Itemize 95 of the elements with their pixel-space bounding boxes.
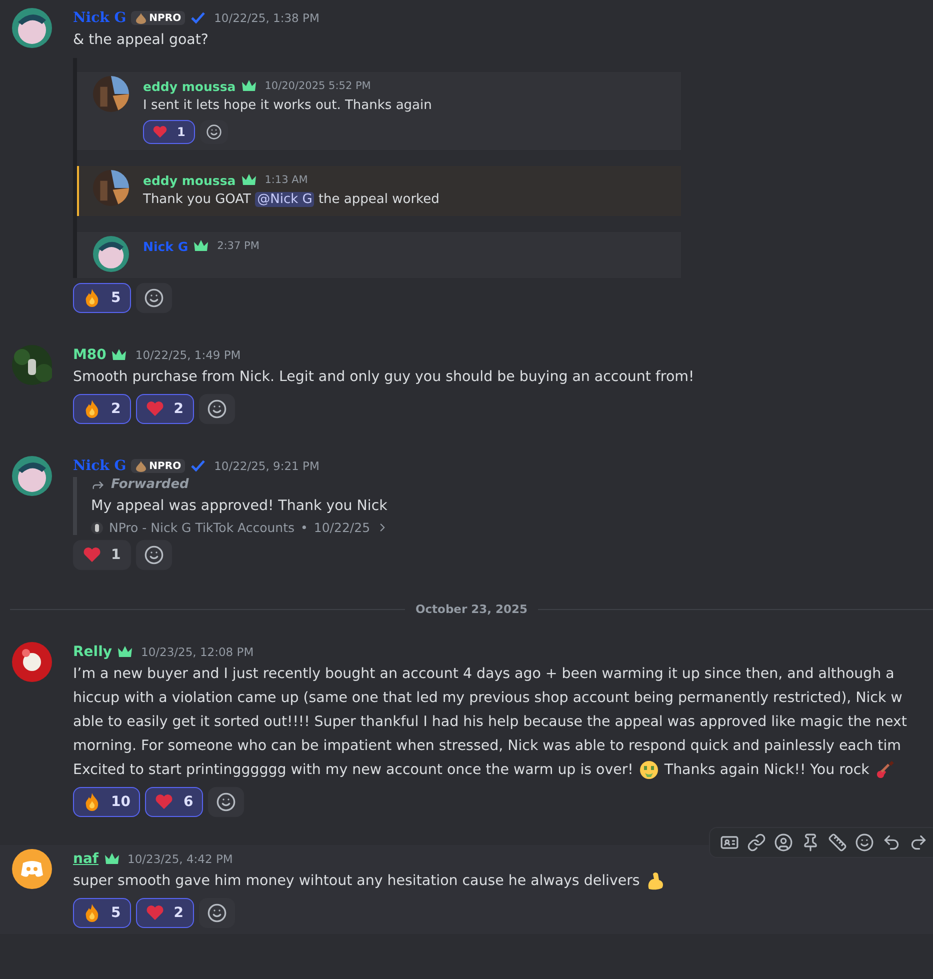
reaction-button[interactable]: 6 xyxy=(145,787,204,817)
username[interactable]: eddy moussa xyxy=(143,78,236,94)
source-date: 10/22/25 xyxy=(314,520,370,535)
timestamp: 10/23/25, 4:42 PM xyxy=(128,852,233,866)
message-text: Excited to start printingggggg with my new account once the warm up is over! xyxy=(73,761,634,780)
message-text: super smooth gave him money wihtout any hesitation cause he always delivers xyxy=(73,872,641,891)
forward-icon[interactable] xyxy=(909,833,928,852)
reaction-button[interactable]: 5 xyxy=(73,898,131,928)
message-text: I’m a new buyer and I just recently bought an account 4 days ago + been warming it up since then, and although a xyxy=(73,665,894,684)
onion-icon xyxy=(135,460,148,472)
reaction-count: 10 xyxy=(111,794,130,810)
id-card-icon[interactable] xyxy=(720,833,739,852)
timestamp: 10/22/25, 1:49 PM xyxy=(135,348,241,362)
message-text: hiccup with a violation came up (same one that led my previous shop account being permanently restricted), Nick w xyxy=(73,689,902,708)
ruler-icon[interactable] xyxy=(828,833,847,852)
crown-icon xyxy=(117,645,133,659)
add-reaction-button[interactable] xyxy=(208,787,244,817)
timestamp: 10/22/25, 1:38 PM xyxy=(214,11,320,25)
forwarded-label: Forwarded xyxy=(111,477,189,492)
timestamp: 10/20/2025 5:52 PM xyxy=(264,80,371,92)
add-reaction-button[interactable] xyxy=(198,898,234,928)
username[interactable]: eddy moussa xyxy=(143,172,236,188)
onion-icon xyxy=(135,12,148,24)
message-text: the appeal worked xyxy=(317,192,440,207)
money-face-icon xyxy=(638,760,659,780)
avatar-icon[interactable] xyxy=(93,236,129,272)
reaction-count: 2 xyxy=(174,905,184,921)
reaction-button[interactable]: 1 xyxy=(73,540,131,570)
date-divider: October 23, 2025 xyxy=(415,602,528,616)
timestamp: 10/23/25, 12:08 PM xyxy=(141,645,254,659)
message-text: Thank you GOAT xyxy=(143,192,252,207)
server-tag: NPRO xyxy=(131,459,186,473)
server-tag: NPRO xyxy=(131,11,186,25)
reaction-count: 6 xyxy=(183,794,194,810)
reply-icon[interactable] xyxy=(882,833,901,852)
verified-check-icon xyxy=(190,459,206,473)
reaction-button[interactable]: 2 xyxy=(136,394,194,424)
avatar-icon[interactable] xyxy=(12,849,52,889)
reaction-button[interactable]: 10 xyxy=(73,787,140,817)
message-text: My appeal was approved! Thank you Nick xyxy=(91,497,388,516)
username[interactable]: M80 xyxy=(73,347,106,363)
reaction-count: 5 xyxy=(111,905,121,921)
bullet-separator: • xyxy=(300,520,308,535)
heart-icon xyxy=(154,792,174,812)
add-reaction-icon xyxy=(206,124,222,140)
username[interactable]: Relly xyxy=(73,644,112,660)
add-reaction-icon xyxy=(206,399,226,419)
user-mention[interactable]: @Nick G xyxy=(255,192,314,207)
add-reaction-icon[interactable] xyxy=(855,833,874,852)
reaction-count: 1 xyxy=(177,125,186,139)
avatar-icon[interactable] xyxy=(12,642,52,682)
message-text: able to easily get it sorted out!!!! Super thankful I had his help because the appeal was approved like magic the next xyxy=(73,713,907,732)
link-icon[interactable] xyxy=(747,833,766,852)
crown-icon xyxy=(104,852,120,866)
heart-icon xyxy=(144,903,165,923)
reaction-count: 2 xyxy=(111,401,121,417)
add-reaction-button[interactable] xyxy=(198,394,234,424)
reaction-button[interactable]: 1 xyxy=(143,120,196,144)
add-reaction-icon xyxy=(206,903,226,923)
avatar-icon[interactable] xyxy=(12,456,52,496)
timestamp: 2:37 PM xyxy=(217,240,260,252)
reaction-count: 2 xyxy=(174,401,184,417)
add-reaction-button[interactable] xyxy=(136,283,172,313)
avatar-icon[interactable] xyxy=(12,8,52,48)
message-text: & the appeal goat? xyxy=(73,31,208,50)
heart-icon xyxy=(144,399,165,419)
reaction-count: 1 xyxy=(111,547,121,563)
message-text: morning. For someone who can be impatient when stressed, Nick was able to respond quick and painlessly each tim xyxy=(73,737,901,756)
add-reaction-button[interactable] xyxy=(136,540,172,570)
crown-icon xyxy=(193,239,210,253)
guitar-icon xyxy=(874,760,895,780)
add-reaction-button[interactable] xyxy=(200,120,228,144)
user-icon[interactable] xyxy=(774,833,793,852)
timestamp: 10/22/25, 9:21 PM xyxy=(214,459,320,473)
message-text: I sent it lets hope it works out. Thanks again xyxy=(143,98,432,113)
reaction-button[interactable]: 5 xyxy=(73,283,131,313)
crown-icon xyxy=(240,79,257,93)
timestamp: 1:13 AM xyxy=(264,174,308,186)
source-channel-link[interactable]: NPro - Nick G TikTok Accounts xyxy=(109,520,295,535)
reaction-button[interactable]: 2 xyxy=(136,898,194,928)
username[interactable]: naf xyxy=(73,851,99,867)
reaction-count: 5 xyxy=(111,290,121,306)
crown-icon xyxy=(240,173,257,187)
message-text: Thanks again Nick!! You rock xyxy=(663,761,870,780)
pin-icon[interactable] xyxy=(801,833,820,852)
add-reaction-icon xyxy=(144,545,164,565)
verified-check-icon xyxy=(190,11,206,25)
add-reaction-icon xyxy=(144,288,164,308)
crown-icon xyxy=(111,348,128,362)
avatar-icon[interactable] xyxy=(12,345,52,385)
heart-icon xyxy=(152,124,168,140)
reaction-button[interactable]: 2 xyxy=(73,394,131,424)
message-text: Smooth purchase from Nick. Legit and only guy you should be buying an account from! xyxy=(73,368,694,387)
heart-icon xyxy=(82,545,102,565)
add-reaction-icon xyxy=(216,792,236,812)
